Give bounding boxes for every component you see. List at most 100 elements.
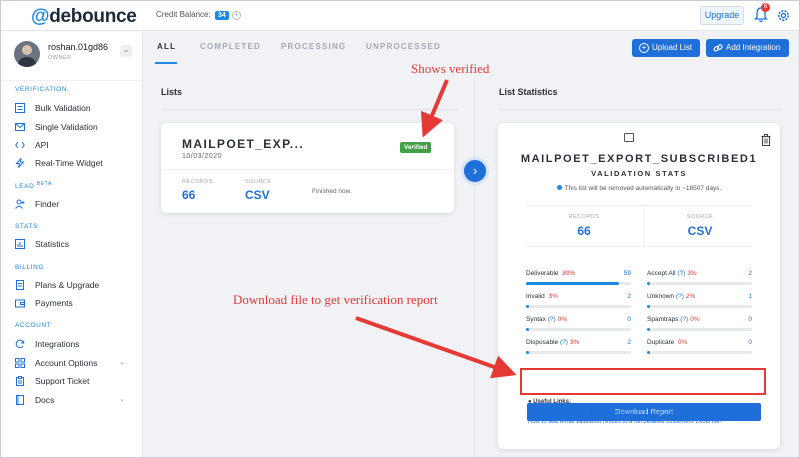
stat-count: 0: [748, 316, 752, 323]
sidebar-item-label: Statistics: [35, 239, 70, 249]
link-excel-guide[interactable]: How to add email validation results to a…: [528, 418, 723, 427]
sidebar-item-plans-upgrade[interactable]: Plans & Upgrade: [15, 278, 135, 292]
upgrade-button[interactable]: Upgrade: [700, 6, 744, 25]
link-keep-unknowns[interactable]: Keep Unknowns?: [648, 410, 695, 416]
sidebar-item-integrations[interactable]: Integrations: [15, 337, 135, 351]
divider: [161, 169, 454, 170]
source-label: SOURCE: [245, 179, 272, 185]
stat-name: Disposable (?) 3%: [526, 339, 580, 346]
stat-progress-track: [526, 305, 631, 308]
add-integration-button[interactable]: Add Integration: [706, 39, 789, 57]
add-credit-button[interactable]: +: [231, 11, 241, 20]
sidebar-item-label: Single Validation: [35, 122, 98, 132]
useful-links-title: ● Useful Links:: [528, 399, 571, 405]
chevron-down-icon[interactable]: ⌄: [120, 45, 132, 57]
divider: [643, 206, 644, 248]
stat-count: 2: [627, 339, 631, 346]
tab-unprocessed[interactable]: UNPROCESSED: [366, 42, 441, 51]
sidebar-item-support-ticket[interactable]: Support Ticket: [15, 374, 135, 388]
user-plus-icon: [15, 199, 25, 209]
stat-count: 2: [748, 270, 752, 277]
help-link[interactable]: (?): [548, 316, 556, 323]
app-window: @debounce Credit Balance: 34 + Upgrade 6…: [0, 0, 800, 458]
list-card[interactable]: MAILPOET_EXP... 10/03/2020 Verified RECO…: [161, 123, 454, 213]
stat-name: Unknown (?) 2%: [647, 293, 696, 300]
help-link[interactable]: (?): [680, 316, 688, 323]
code-icon: [15, 141, 25, 149]
stat-progress-fill: [647, 351, 650, 354]
annotation-shows-verified: Shows verified: [411, 61, 490, 76]
divider: [499, 109, 783, 110]
sidebar-item-statistics[interactable]: Statistics: [15, 237, 135, 251]
add-integration-label: Add Integration: [726, 43, 781, 52]
stat-percent: 0%: [690, 316, 700, 323]
active-tab-indicator: [155, 62, 177, 64]
credit-balance-label: Credit Balance:: [156, 10, 211, 19]
stat-progress-fill: [526, 305, 530, 308]
sidebar-item-bulk-validation[interactable]: Bulk Validation: [15, 101, 135, 115]
upload-icon: +: [639, 43, 649, 53]
upload-list-button[interactable]: + Upload List: [632, 39, 700, 57]
sidebar-item-payments[interactable]: Payments: [15, 296, 135, 310]
credit-balance-value: 34: [214, 11, 229, 20]
sidebar-item-docs[interactable]: Docs ⌄: [15, 393, 135, 407]
debounce-logo[interactable]: @debounce: [31, 6, 137, 28]
document-icon: [16, 280, 24, 290]
stat-percent: 3%: [548, 293, 559, 300]
stat-syntax: Syntax (?) 0% 0: [526, 316, 631, 336]
stat-progress-fill: [526, 351, 530, 354]
gear-icon[interactable]: [776, 8, 791, 23]
sidebar-item-label: Finder: [35, 199, 60, 209]
stat-progress-fill: [647, 282, 651, 285]
stat-percent: 3%: [569, 339, 580, 346]
trash-icon[interactable]: [761, 134, 771, 146]
credit-balance: Credit Balance: 34 +: [156, 10, 241, 20]
bolt-icon: [15, 158, 25, 168]
records-value: 66: [182, 188, 196, 202]
pane-divider: [474, 79, 475, 457]
sidebar-item-single-validation[interactable]: Single Validation: [15, 120, 135, 134]
link-icon: [713, 44, 723, 52]
link-accept-all[interactable]: What's Accept-all?: [594, 410, 643, 416]
records-label: RECORDS: [182, 179, 214, 185]
stat-percent: 89%: [562, 270, 576, 277]
stat-progress-track: [647, 282, 752, 285]
stat-deliverable: Deliverable 89% 59: [526, 270, 631, 290]
stat-spamtraps: Spamtraps (?) 0% 0: [647, 316, 752, 336]
file-icon: [624, 133, 634, 142]
divider: [161, 109, 457, 110]
stat-count: 59: [623, 270, 631, 277]
stat-name: Spamtraps (?) 0%: [647, 316, 700, 323]
sidebar-item-account-options[interactable]: Account Options ⌄: [15, 356, 135, 370]
user-role: OWNER: [48, 55, 72, 61]
clipboard-icon: [16, 376, 24, 386]
user-profile[interactable]: roshan.01gd86 OWNER ⌄: [11, 39, 136, 75]
sidebar-item-label: Account Options: [35, 358, 98, 368]
help-link[interactable]: (?): [560, 339, 568, 346]
sidebar: roshan.01gd86 OWNER ⌄ VERIFICATION Bulk …: [1, 31, 143, 457]
records-label: RECORDS: [568, 214, 600, 220]
stat-name: Invalid 3%: [526, 293, 559, 300]
stat-progress-track: [526, 282, 631, 285]
tab-completed[interactable]: COMPLETED: [200, 42, 261, 51]
chevron-down-icon: ⌄: [119, 396, 125, 403]
sidebar-item-label: Real-Time Widget: [35, 158, 103, 168]
stat-progress-track: [526, 328, 631, 331]
list-icon: [15, 103, 25, 113]
sidebar-item-api[interactable]: API: [15, 138, 135, 152]
status-badge: Verified: [400, 142, 432, 153]
link-understanding-results[interactable]: Understanding Results: [528, 410, 589, 416]
stat-accept-all: Accept All (?) 3% 2: [647, 270, 752, 290]
annotation-download-note: Download file to get verification report: [233, 292, 438, 307]
sidebar-item-finder[interactable]: Finder: [15, 197, 135, 211]
sidebar-item-real-time-widget[interactable]: Real-Time Widget: [15, 156, 135, 170]
tab-processing[interactable]: PROCESSING: [281, 42, 346, 51]
sidebar-item-label: Bulk Validation: [35, 103, 91, 113]
section-title-verification: VERIFICATION: [15, 86, 68, 93]
tab-all[interactable]: ALL: [157, 42, 176, 51]
list-name: MAILPOET_EXP...: [182, 137, 305, 151]
help-link[interactable]: (?): [677, 270, 685, 277]
chevron-right-icon[interactable]: ›: [461, 157, 489, 185]
help-link[interactable]: (?): [676, 293, 684, 300]
user-name: roshan.01gd86: [48, 42, 109, 52]
